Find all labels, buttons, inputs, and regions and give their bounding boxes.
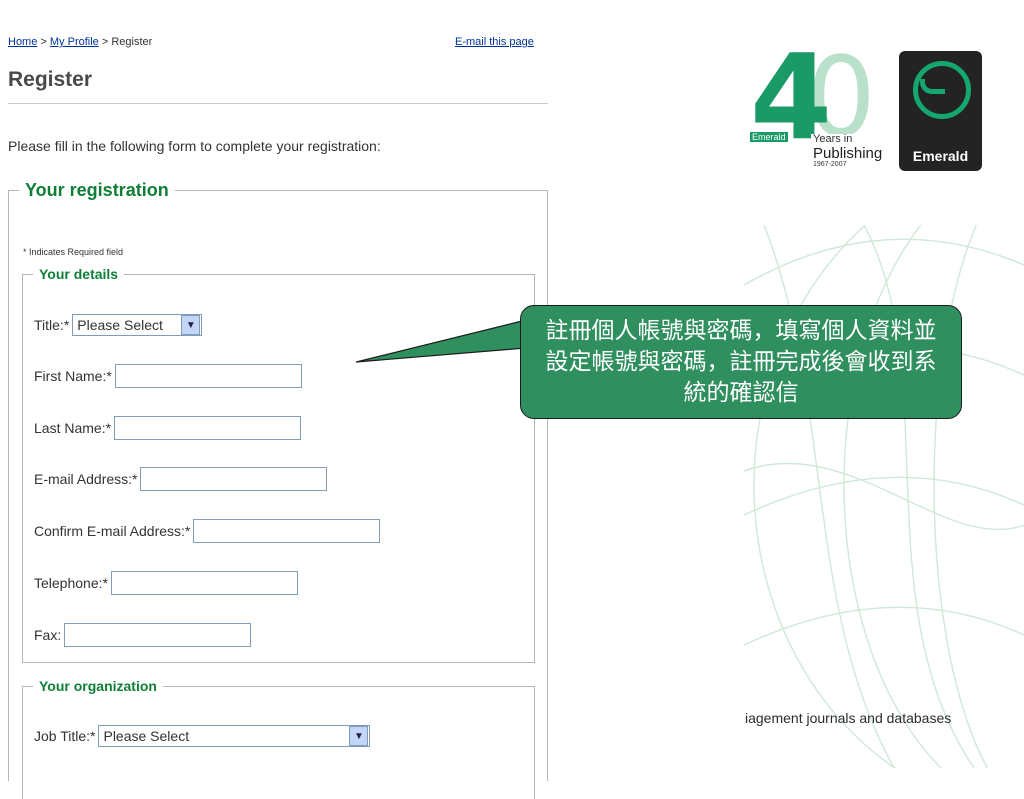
job-title-select-value: Please Select xyxy=(103,728,190,744)
breadcrumb: Home > My Profile > Register xyxy=(8,36,152,48)
confirm-email-field[interactable] xyxy=(193,519,381,543)
first-name-row: First Name:* xyxy=(34,364,302,388)
badge-name: Emerald xyxy=(912,148,969,164)
title-select-value: Please Select xyxy=(77,317,163,333)
fax-row: Fax: xyxy=(34,623,252,647)
logo-years-text: Years in Publishing 1967-2007 xyxy=(811,133,883,169)
telephone-label: Telephone:* xyxy=(34,575,108,591)
email-this-page-link[interactable]: E-mail this page xyxy=(455,36,534,48)
intro-text: Please fill in the following form to com… xyxy=(8,138,381,154)
details-legend: Your details xyxy=(39,266,119,282)
confirm-email-row: Confirm E-mail Address:* xyxy=(34,519,381,543)
tagline: iagement journals and databases xyxy=(745,710,952,726)
telephone-row: Telephone:* xyxy=(34,571,298,595)
first-name-label: First Name:* xyxy=(34,368,112,384)
last-name-field[interactable] xyxy=(114,416,302,440)
breadcrumb-separator: > xyxy=(98,36,112,48)
required-field-note: * Indicates Required field xyxy=(23,247,124,257)
fax-label: Fax: xyxy=(34,627,62,643)
job-title-label: Job Title:* xyxy=(34,728,96,744)
job-title-select[interactable]: Please Select ▼ xyxy=(98,725,371,747)
title-row: Title:* Please Select ▼ xyxy=(34,314,203,336)
first-name-field[interactable] xyxy=(114,364,302,388)
last-name-row: Last Name:* xyxy=(34,416,302,440)
emerald-badge-logo: Emerald xyxy=(899,51,982,171)
annotation-callout: 註冊個人帳號與密碼，填寫個人資料並設定帳號與密碼，註冊完成後會收到系統的確認信 xyxy=(520,305,962,419)
title-select[interactable]: Please Select ▼ xyxy=(72,314,203,336)
emerald-40-years-logo: 0 4 Emerald Years in Publishing 1967-200… xyxy=(748,38,890,176)
email-label: E-mail Address:* xyxy=(34,471,138,487)
logo-brand-small: Emerald xyxy=(750,132,788,142)
page-title: Register xyxy=(8,68,93,91)
breadcrumb-separator: > xyxy=(37,36,50,48)
title-label: Title:* xyxy=(34,317,70,333)
email-field[interactable] xyxy=(140,467,328,491)
registration-legend: Your registration xyxy=(25,180,169,200)
breadcrumb-my-profile-link[interactable]: My Profile xyxy=(50,36,99,48)
logo-publishing: Publishing xyxy=(813,144,883,162)
title-divider xyxy=(8,103,548,104)
organization-legend: Your organization xyxy=(39,678,157,694)
logo-years-in: Years in xyxy=(813,133,853,145)
logo-range: 1967-2007 xyxy=(813,161,847,169)
confirm-email-label: Confirm E-mail Address:* xyxy=(34,523,191,539)
breadcrumb-home-link[interactable]: Home xyxy=(8,36,37,48)
breadcrumb-current: Register xyxy=(111,36,153,48)
job-title-row: Job Title:* Please Select ▼ xyxy=(34,725,371,747)
email-row: E-mail Address:* xyxy=(34,467,328,491)
chevron-down-icon[interactable]: ▼ xyxy=(181,315,201,335)
fax-field[interactable] xyxy=(64,623,252,647)
chevron-down-icon[interactable]: ▼ xyxy=(349,726,369,746)
last-name-label: Last Name:* xyxy=(34,420,112,436)
telephone-field[interactable] xyxy=(110,571,298,595)
